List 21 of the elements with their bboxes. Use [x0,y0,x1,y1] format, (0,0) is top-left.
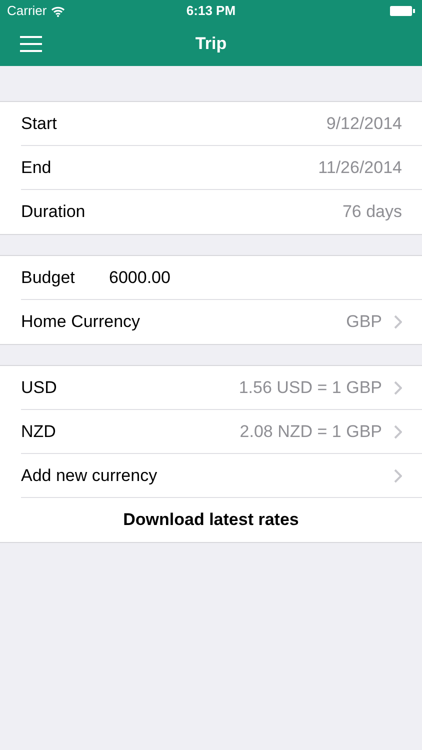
row-label: End [21,156,52,179]
row-label: Start [21,112,57,135]
row-label: NZD [21,420,56,443]
menu-icon [20,35,42,53]
carrier-label: Carrier [7,2,47,20]
row-label: Budget [21,266,76,289]
row-value: 2.08 NZD = 1 GBP [240,420,382,443]
row-value: 11/26/2014 [318,156,402,179]
nav-title: Trip [195,33,227,56]
row-label: USD [21,376,57,399]
menu-button[interactable] [20,34,42,54]
row-label: Duration [21,201,86,224]
row-label: Add new currency [21,464,158,487]
row-value: 1.56 USD = 1 GBP [238,376,382,399]
status-time: 6:13 PM [186,2,236,20]
row-value: GBP [346,311,382,334]
wifi-icon [50,6,65,16]
row-value: 9/12/2014 [326,112,402,135]
row-value: 76 days [342,201,402,224]
row-label: Home Currency [21,311,140,334]
battery-icon [390,6,415,16]
